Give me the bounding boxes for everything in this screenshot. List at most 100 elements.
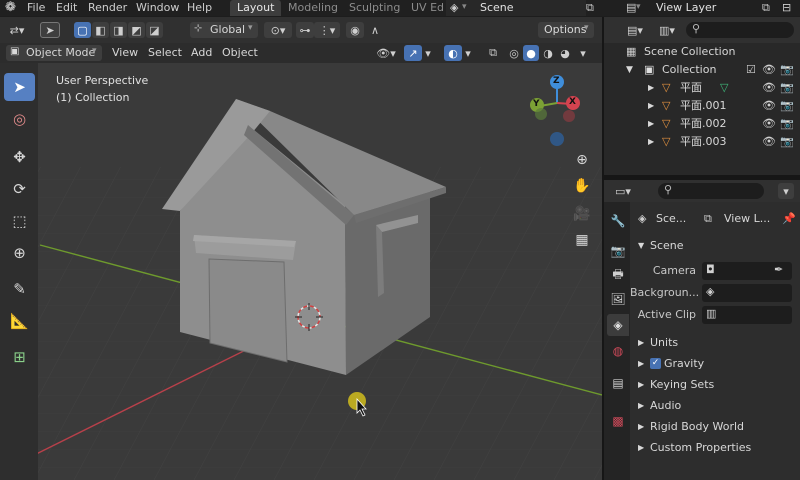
3d-viewport[interactable]: Z X Y ⇄▾ ➤ ▢ ◧ ◨ ◩ ◪ ⊹ Global ▾ ⊙▾ ⊶ ⋮▾ … <box>0 17 602 480</box>
object-row[interactable]: ▶ ▽ 平面.001 👁 📷 <box>604 97 800 115</box>
select-box-tool-icon[interactable]: ➤ <box>4 73 35 101</box>
chevron-down-icon[interactable]: ▾ <box>422 45 434 61</box>
expand-arrow-icon[interactable]: ▶ <box>648 115 654 133</box>
audio-panel-header[interactable]: ▶ Audio <box>634 395 800 416</box>
expand-arrow-icon[interactable]: ▶ <box>648 133 654 151</box>
expand-arrow-icon[interactable]: ▶ <box>648 79 654 97</box>
menu-help[interactable]: Help <box>187 0 212 16</box>
rigid-body-world-panel-header[interactable]: ▶ Rigid Body World <box>634 416 800 437</box>
keying-sets-panel-header[interactable]: ▶ Keying Sets <box>634 374 800 395</box>
object-row[interactable]: ▶ ▽ 平面.003 👁 📷 <box>604 133 800 151</box>
falloff-icon[interactable]: ∧ <box>366 22 384 38</box>
menu-edit[interactable]: Edit <box>56 0 77 16</box>
pivot-point-icon[interactable]: ⊙▾ <box>264 22 292 38</box>
select-tool-icon[interactable]: ➤ <box>40 22 60 38</box>
eye-icon[interactable]: 👁 <box>762 97 776 115</box>
add-cube-tool-icon[interactable]: ⊞ <box>4 343 35 371</box>
solid-shading-icon[interactable]: ● <box>523 45 539 61</box>
scene-selector[interactable]: ◈ ▾ Scene <box>446 0 586 16</box>
eye-icon[interactable]: 👁 <box>762 61 776 79</box>
blender-logo-icon[interactable]: ❁ <box>5 0 16 16</box>
render-tab-icon[interactable]: 📷 <box>607 240 629 262</box>
tab-layout[interactable]: Layout <box>230 0 282 16</box>
texture-tab-icon[interactable]: ▩ <box>607 410 629 432</box>
visibility-dropdown-icon[interactable]: 👁▾ <box>372 45 400 61</box>
scale-tool-icon[interactable]: ⬚ <box>4 207 35 235</box>
active-clip-field[interactable]: ▥ <box>702 306 792 324</box>
tab-uv-editing[interactable]: UV Ed <box>404 0 451 16</box>
pan-hand-icon[interactable]: ✋ <box>572 176 592 196</box>
collection-tab-icon[interactable]: ▤ <box>607 372 629 394</box>
scene-collection-row[interactable]: ▦ Scene Collection <box>604 43 800 61</box>
cursor-tool-icon[interactable]: ◎ <box>4 105 35 133</box>
output-tab-icon[interactable]: 🖶 <box>607 264 629 286</box>
select-invert-icon[interactable]: ◩ <box>128 22 145 38</box>
select-intersect-icon[interactable]: ◪ <box>146 22 163 38</box>
pin-icon[interactable]: 📌 <box>782 212 796 225</box>
background-field[interactable]: ◈ <box>702 284 792 302</box>
expand-arrow-icon[interactable]: ▼ <box>626 61 633 79</box>
rotate-tool-icon[interactable]: ⟳ <box>4 175 35 203</box>
camera-render-icon[interactable]: 📷 <box>780 115 794 133</box>
tab-sculpting[interactable]: Sculpting <box>342 0 407 16</box>
scene-panel-header[interactable]: ▼ Scene <box>634 235 800 256</box>
editor-type-icon[interactable]: ▭▾ <box>610 183 636 199</box>
chevron-down-icon[interactable]: ▾ <box>778 183 794 199</box>
editor-type-icon[interactable]: ⇄▾ <box>4 22 30 38</box>
proportional-edit-icon[interactable]: ◉ <box>346 22 364 38</box>
expand-arrow-icon[interactable]: ▶ <box>648 97 654 115</box>
menu-file[interactable]: File <box>27 0 45 16</box>
camera-field[interactable]: ◘ ✒ <box>702 262 792 280</box>
object-row[interactable]: ▶ ▽ 平面 ▽ 👁 📷 <box>604 79 800 97</box>
gizmo-toggle-icon[interactable]: ↗ <box>404 45 422 61</box>
collection-row[interactable]: ▼ ▣ Collection ☑ 👁 📷 <box>604 61 800 79</box>
chevron-down-icon[interactable]: ▾ <box>576 45 590 61</box>
transform-orientation-dropdown[interactable]: ⊹ Global ▾ <box>190 22 258 38</box>
custom-properties-panel-header[interactable]: ▶ Custom Properties <box>634 437 800 458</box>
select-subtract-icon[interactable]: ◨ <box>110 22 127 38</box>
wireframe-shading-icon[interactable]: ◎ <box>506 45 522 61</box>
xray-toggle-icon[interactable]: ⧉ <box>484 45 502 61</box>
display-mode-icon[interactable]: ▥▾ <box>654 22 680 38</box>
scene-tab-icon[interactable]: ◈ <box>607 314 629 336</box>
tool-tab-icon[interactable]: 🔧 <box>607 210 629 232</box>
options-dropdown[interactable]: Options ▾ <box>538 22 594 38</box>
world-tab-icon[interactable]: ◍ <box>607 340 629 362</box>
zoom-icon[interactable]: ⊕ <box>572 150 592 170</box>
search-input[interactable]: ⚲ <box>686 22 794 38</box>
gravity-panel-header[interactable]: ▶ ✓ Gravity <box>634 353 800 374</box>
menu-window[interactable]: Window <box>136 0 179 16</box>
menu-add[interactable]: Add <box>191 43 212 63</box>
transform-tool-icon[interactable]: ⊕ <box>4 239 35 267</box>
tab-modeling[interactable]: Modeling <box>281 0 345 16</box>
new-scene-icon[interactable]: ⧉ <box>586 0 594 15</box>
menu-select[interactable]: Select <box>148 43 182 63</box>
editor-type-icon[interactable]: ▤▾ <box>622 22 648 38</box>
snap-toggle-icon[interactable]: ⊶ <box>296 22 314 38</box>
select-extend-icon[interactable]: ◧ <box>92 22 109 38</box>
view-layer-tab-icon[interactable]: 🖼 <box>607 288 629 310</box>
checkbox-icon[interactable]: ☑ <box>746 61 756 79</box>
search-input[interactable]: ⚲ <box>658 183 764 199</box>
rendered-shading-icon[interactable]: ◕ <box>557 45 573 61</box>
camera-render-icon[interactable]: 📷 <box>780 79 794 97</box>
new-view-layer-icon[interactable]: ⧉ <box>762 0 770 15</box>
measure-tool-icon[interactable]: 📐 <box>4 307 35 335</box>
material-shading-icon[interactable]: ◑ <box>540 45 556 61</box>
annotate-tool-icon[interactable]: ✎ <box>4 275 35 303</box>
eye-icon[interactable]: 👁 <box>762 115 776 133</box>
overlays-toggle-icon[interactable]: ◐ <box>444 45 462 61</box>
eyedropper-icon[interactable]: ✒ <box>774 263 783 276</box>
menu-render[interactable]: Render <box>88 0 127 16</box>
camera-render-icon[interactable]: 📷 <box>780 97 794 115</box>
camera-view-icon[interactable]: 🎥 <box>572 204 592 224</box>
mode-dropdown[interactable]: ▣ Object Mode ▾ <box>6 45 102 61</box>
eye-icon[interactable]: 👁 <box>762 133 776 151</box>
perspective-toggle-icon[interactable]: ▦ <box>572 230 592 250</box>
units-panel-header[interactable]: ▶ Units <box>634 332 800 353</box>
object-row[interactable]: ▶ ▽ 平面.002 👁 📷 <box>604 115 800 133</box>
move-tool-icon[interactable]: ✥ <box>4 143 35 171</box>
chevron-down-icon[interactable]: ▾ <box>462 45 474 61</box>
view-layer-selector[interactable]: ▤ ▾ View Layer <box>614 0 780 16</box>
select-new-icon[interactable]: ▢ <box>74 22 91 38</box>
